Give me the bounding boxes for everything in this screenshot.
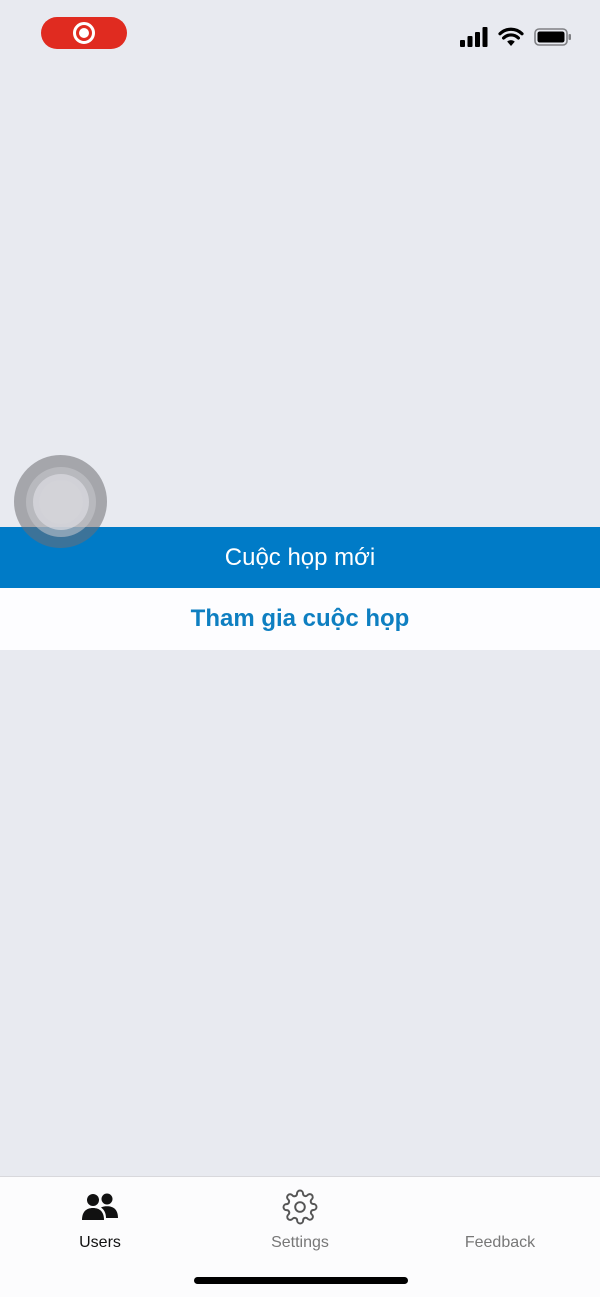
join-meeting-button[interactable]: Tham gia cuộc họp: [0, 588, 600, 650]
tab-feedback[interactable]: Feedback: [400, 1177, 600, 1267]
tab-settings-label: Settings: [271, 1234, 329, 1251]
assistive-touch-button[interactable]: [14, 455, 107, 548]
status-icons: [460, 27, 572, 47]
tab-users-label: Users: [79, 1234, 121, 1251]
app-screen: Cuộc họp mới Tham gia cuộc họp Users Set…: [0, 0, 600, 1297]
wifi-icon: [498, 27, 524, 46]
gear-icon: [282, 1187, 318, 1227]
screen-recording-indicator[interactable]: [41, 17, 127, 49]
tab-users[interactable]: Users: [0, 1177, 200, 1267]
status-bar: [0, 0, 600, 70]
tab-settings[interactable]: Settings: [200, 1177, 400, 1267]
tab-feedback-label: Feedback: [464, 1234, 536, 1251]
home-indicator[interactable]: [194, 1277, 408, 1284]
record-icon: [73, 22, 95, 44]
cellular-signal-icon: [460, 27, 488, 47]
battery-icon: [534, 28, 571, 46]
users-icon: [81, 1187, 119, 1227]
